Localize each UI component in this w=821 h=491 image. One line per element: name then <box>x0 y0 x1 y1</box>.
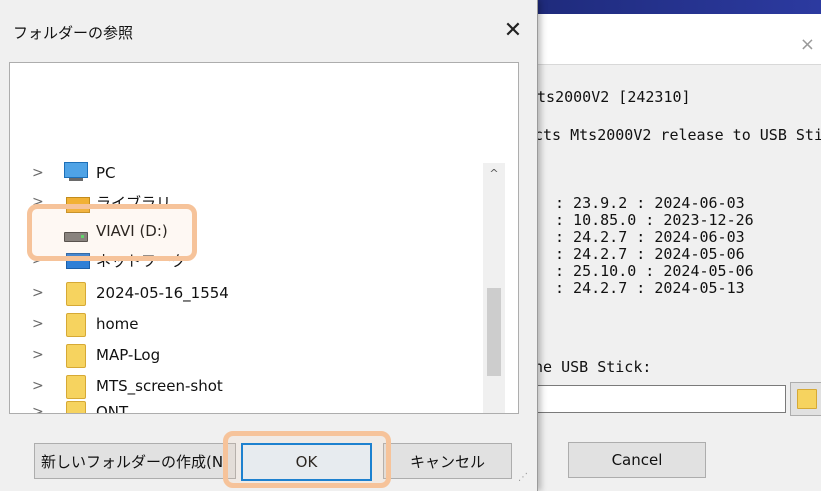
browse-folder-button[interactable] <box>790 382 821 416</box>
background-close-icon[interactable]: × <box>800 34 815 55</box>
chevron-right-icon[interactable]: > <box>32 378 44 394</box>
tree-scrollbar[interactable]: ^ v <box>483 163 505 413</box>
folder-icon <box>66 344 86 368</box>
scroll-up-icon[interactable]: ^ <box>483 163 505 185</box>
folder-icon <box>66 313 86 337</box>
version-line: : 24.2.7 : 2024-05-06 <box>555 245 745 263</box>
chevron-right-icon[interactable]: > <box>32 347 44 363</box>
chevron-right-icon[interactable]: > <box>32 316 44 332</box>
product-line-text: ts2000V2 [242310] <box>537 88 691 106</box>
background-header: × <box>520 14 821 65</box>
usb-path-input[interactable] <box>532 385 786 413</box>
version-line: : 25.10.0 : 2024-05-06 <box>555 262 754 280</box>
version-line: : 10.85.0 : 2023-12-26 <box>555 211 754 229</box>
tree-item-label: MAP-Log <box>96 346 161 364</box>
tree-item-label: home <box>96 315 139 333</box>
folder-browse-dialog: フォルダーの参照 ✕ > PC > ライブラリ VIAVI (D:) > ネット… <box>0 0 538 491</box>
scroll-thumb[interactable] <box>487 288 501 376</box>
pc-icon <box>64 162 88 182</box>
description-line: cts Mts2000V2 release to USB Stick <box>534 126 821 144</box>
version-line: : 24.2.7 : 2024-05-13 <box>555 279 745 297</box>
version-line: : 24.2.7 : 2024-06-03 <box>555 228 745 246</box>
usb-stick-label: he USB Stick: <box>534 358 652 376</box>
tree-item-folder[interactable]: > ONT <box>10 397 480 414</box>
tree-item-label: PC <box>96 164 116 182</box>
chevron-right-icon[interactable]: > <box>32 285 44 301</box>
folder-icon <box>66 401 86 413</box>
close-icon[interactable]: ✕ <box>500 18 526 44</box>
folder-icon <box>66 282 86 306</box>
product-line: Mts2000V2 [242310] <box>532 88 691 106</box>
folder-icon <box>66 375 86 399</box>
chevron-right-icon[interactable]: > <box>32 165 44 181</box>
chevron-right-icon[interactable]: > <box>32 404 44 413</box>
tree-item-label: 2024-05-16_1554 <box>96 284 229 302</box>
tree-item-folder[interactable]: > home <box>10 309 480 339</box>
resize-grip-icon[interactable]: ⋰ <box>518 472 528 483</box>
tree-item-label: ONT <box>96 403 129 414</box>
tree-item-label: MTS_screen-shot <box>96 377 223 395</box>
tree-item-folder[interactable]: > 2024-05-16_1554 <box>10 278 480 308</box>
background-window: × Mts2000V2 [242310] cts Mts2000V2 relea… <box>520 0 821 491</box>
version-line: : 23.9.2 : 2024-06-03 <box>555 194 745 212</box>
cancel-button[interactable]: キャンセル <box>383 443 512 479</box>
tree-item-folder[interactable]: > MAP-Log <box>10 340 480 370</box>
folder-icon <box>797 389 817 409</box>
cancel-button[interactable]: Cancel <box>568 442 706 478</box>
tree-item-pc[interactable]: > PC <box>10 158 480 188</box>
background-titlebar <box>520 0 821 14</box>
highlight-viavi-drive <box>27 204 197 261</box>
highlight-ok-button <box>223 431 391 488</box>
new-folder-button[interactable]: 新しいフォルダーの作成(N) <box>34 443 236 479</box>
dialog-title: フォルダーの参照 <box>13 24 134 42</box>
